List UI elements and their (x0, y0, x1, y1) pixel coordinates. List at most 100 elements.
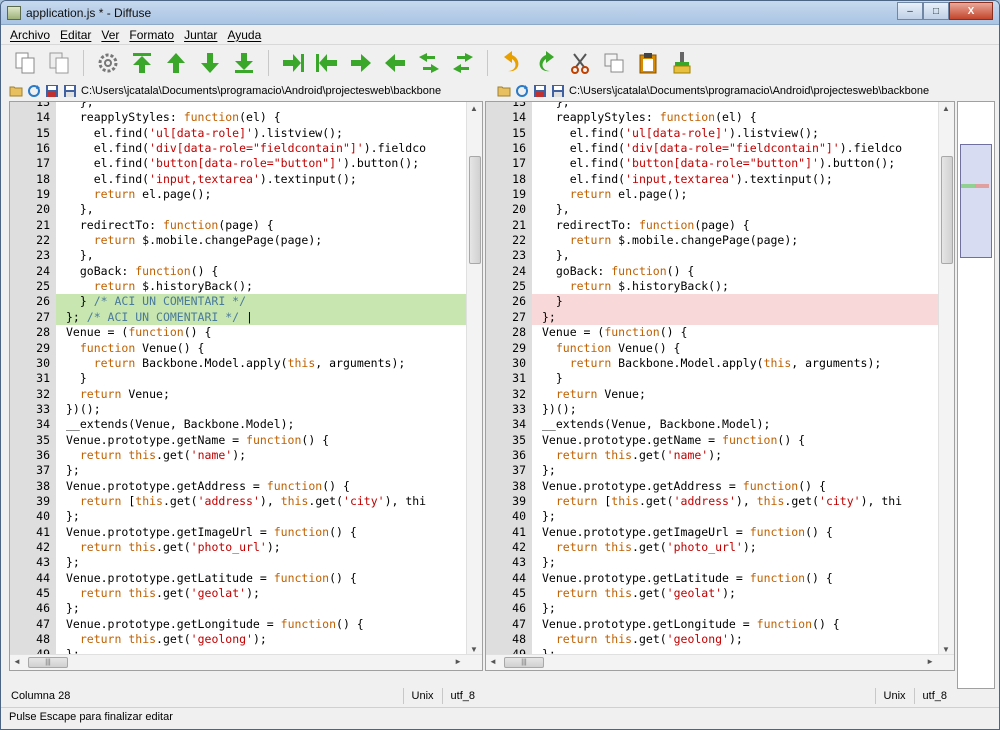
next-change-icon[interactable] (196, 49, 224, 77)
menu-archivo[interactable]: Archivo (5, 28, 55, 42)
code-line[interactable]: 23 }, (10, 248, 482, 264)
previous-change-icon[interactable] (162, 49, 190, 77)
code-line[interactable]: 28 Venue = (function() { (486, 325, 954, 341)
right-editor-pane[interactable]: 13 }, 14 reapplyStyles: function(el) {15 … (485, 101, 955, 671)
code-text[interactable]: redirectTo: function(page) { (532, 218, 750, 233)
code-line[interactable]: 16 el.find('div[data-role="fieldcontain"… (10, 141, 482, 157)
code-text[interactable]: }; (532, 463, 556, 478)
code-line[interactable]: 16 el.find('div[data-role="fieldcontain"… (486, 141, 954, 157)
code-text[interactable]: Venue.prototype.getLongitude = function(… (532, 617, 840, 632)
code-text[interactable]: } (532, 371, 563, 386)
code-text[interactable]: }, (56, 248, 94, 263)
code-line[interactable]: 25 return $.historyBack(); (10, 279, 482, 295)
code-line[interactable]: 21 redirectTo: function(page) { (486, 217, 954, 234)
code-text[interactable]: return this.get('geolong'); (56, 632, 267, 647)
code-line[interactable]: 43}; (486, 555, 954, 571)
code-line[interactable]: 17 el.find('button[data-role="button"]')… (10, 156, 482, 172)
minimize-button[interactable]: ‒ (897, 2, 923, 20)
code-text[interactable]: __extends(Venue, Backbone.Model); (532, 417, 770, 432)
code-text[interactable]: })(); (532, 402, 577, 417)
code-line[interactable]: 20 }, (486, 202, 954, 218)
code-line[interactable]: 14 reapplyStyles: function(el) { (10, 110, 482, 126)
code-line[interactable]: 43}; (10, 555, 482, 571)
code-text[interactable]: Venue.prototype.getName = function() { (56, 433, 329, 448)
undo-icon[interactable] (498, 49, 526, 77)
merge-from-left-icon[interactable] (415, 49, 443, 77)
code-text[interactable]: el.find('button[data-role="button"]').bu… (56, 156, 419, 171)
left-vertical-scrollbar[interactable]: ▲ ▼ (466, 102, 482, 656)
menu-juntar[interactable]: Juntar (179, 28, 222, 42)
code-text[interactable]: return $.historyBack(); (56, 279, 253, 294)
arrow-right-icon[interactable] (347, 49, 375, 77)
scroll-down-arrow-icon[interactable]: ▼ (942, 645, 950, 654)
code-text[interactable]: return Backbone.Model.apply(this, argume… (56, 356, 406, 371)
code-line[interactable]: 47 Venue.prototype.getLongitude = functio… (10, 616, 482, 633)
code-text[interactable]: }, (532, 202, 570, 217)
code-text[interactable]: return this.get('geolong'); (532, 632, 743, 647)
merge-from-right-icon[interactable] (449, 49, 477, 77)
code-line[interactable]: 21 redirectTo: function(page) { (10, 217, 482, 234)
code-line[interactable]: 31 } (10, 371, 482, 387)
code-text[interactable]: Venue.prototype.getAddress = function() … (532, 479, 826, 494)
code-line[interactable]: 39 return [this.get('address'), this.get… (486, 493, 954, 510)
code-text[interactable]: }, (56, 202, 94, 217)
difference-map-viewport[interactable] (960, 144, 992, 258)
code-text[interactable]: Venue.prototype.getLatitude = function()… (56, 571, 357, 586)
code-line[interactable]: 24 goBack: function() { (486, 263, 954, 280)
code-line[interactable]: 41 Venue.prototype.getImageUrl = function… (10, 524, 482, 540)
code-text[interactable]: })(); (56, 402, 101, 417)
code-line[interactable]: 19 return el.page(); (10, 187, 482, 203)
menu-editar[interactable]: Editar (55, 28, 96, 42)
right-horizontal-scrollbar[interactable]: ◄ ||| ► (486, 654, 954, 670)
code-text[interactable]: }; (532, 601, 556, 616)
code-line[interactable]: 48 return this.get('geolong'); (10, 632, 482, 648)
code-line[interactable]: 30 return Backbone.Model.apply(this, arg… (486, 355, 954, 372)
scroll-left-arrow-icon[interactable]: ◄ (489, 657, 497, 666)
code-line[interactable]: 19 return el.page(); (486, 187, 954, 203)
code-text[interactable]: return $.mobile.changePage(page); (56, 233, 322, 248)
code-text[interactable]: return Backbone.Model.apply(this, argume… (532, 356, 882, 371)
code-line[interactable]: 45 return this.get('geolat'); (10, 586, 482, 602)
code-line[interactable]: 38 Venue.prototype.getAddress = function(… (10, 478, 482, 494)
code-text[interactable]: el.find('button[data-role="button"]').bu… (532, 156, 895, 171)
code-line[interactable]: 37}; (10, 463, 482, 479)
code-line[interactable]: 39 return [this.get('address'), this.get… (10, 493, 482, 510)
code-line[interactable]: 35 Venue.prototype.getName = function() { (486, 432, 954, 448)
code-line[interactable]: 33})(); (486, 401, 954, 418)
code-text[interactable]: Venue.prototype.getImageUrl = function()… (532, 525, 833, 540)
code-line[interactable]: 41 Venue.prototype.getImageUrl = function… (486, 524, 954, 540)
code-text[interactable]: }, (532, 248, 570, 263)
menu-ayuda[interactable]: Ayuda (222, 28, 266, 42)
scroll-thumb[interactable] (469, 156, 481, 264)
code-text[interactable]: function Venue() { (56, 341, 205, 356)
code-text[interactable]: goBack: function() { (56, 264, 219, 279)
code-line[interactable]: 32 return Venue; (10, 386, 482, 402)
settings-gear-icon[interactable] (94, 49, 122, 77)
right-vertical-scrollbar[interactable]: ▲ ▼ (938, 102, 954, 656)
scroll-thumb[interactable] (941, 156, 953, 264)
code-text[interactable]: }; (532, 310, 556, 325)
code-text[interactable]: Venue = (function() { (532, 325, 687, 340)
clipboard-icon[interactable] (634, 49, 662, 77)
code-line[interactable]: 46}; (10, 601, 482, 617)
code-line[interactable]: 36 return this.get('name'); (486, 447, 954, 464)
code-text[interactable]: Venue.prototype.getLatitude = function()… (532, 571, 833, 586)
code-line[interactable]: 33})(); (10, 401, 482, 418)
code-line[interactable]: 48 return this.get('geolong'); (486, 632, 954, 648)
code-line[interactable]: 46}; (486, 601, 954, 617)
code-text[interactable]: Venue.prototype.getImageUrl = function()… (56, 525, 357, 540)
reload-icon[interactable] (27, 84, 41, 98)
code-line[interactable]: 30 return Backbone.Model.apply(this, arg… (10, 355, 482, 372)
code-line[interactable]: 42 return this.get('photo_url'); (10, 539, 482, 556)
code-text[interactable]: return Venue; (56, 387, 170, 402)
code-line[interactable]: 47 Venue.prototype.getLongitude = functio… (486, 616, 954, 633)
code-text[interactable]: el.find('div[data-role="fieldcontain"]')… (532, 141, 902, 156)
code-text[interactable]: return $.mobile.changePage(page); (532, 233, 798, 248)
code-line[interactable]: 13 }, (10, 102, 482, 111)
code-text[interactable]: Venue.prototype.getName = function() { (532, 433, 805, 448)
menu-formato[interactable]: Formato (124, 28, 179, 42)
open-folder-icon[interactable] (497, 84, 511, 98)
code-text[interactable]: Venue.prototype.getAddress = function() … (56, 479, 350, 494)
code-text[interactable]: el.find('ul[data-role]').listview(); (532, 126, 819, 141)
duplicate-icon[interactable] (600, 49, 628, 77)
